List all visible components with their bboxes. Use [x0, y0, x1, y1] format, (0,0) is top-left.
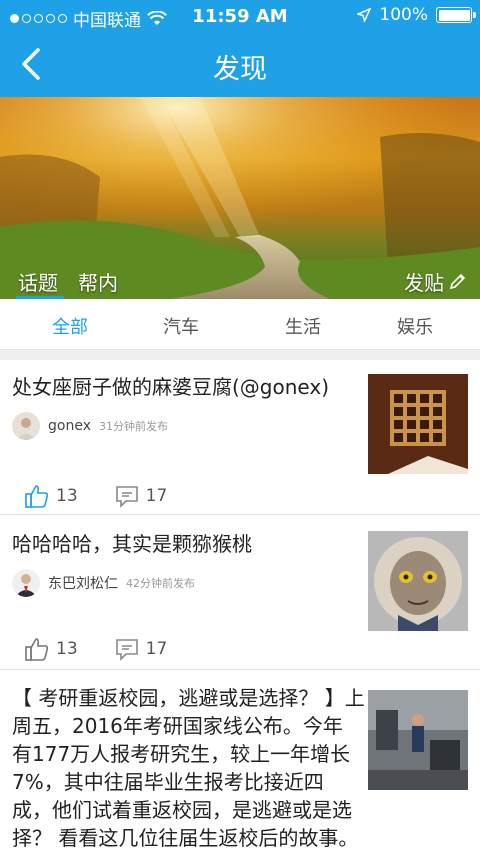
battery-percent: 100% [379, 5, 428, 25]
comment-button[interactable]: 17 [114, 636, 168, 662]
post-body-line: 有177万人报考研究生，较上一年增长 [12, 742, 351, 766]
category-life[interactable]: 生活 [243, 313, 363, 339]
location-arrow-icon [357, 8, 372, 22]
new-post-label: 发贴 [404, 271, 444, 295]
page-title: 发现 [213, 54, 267, 85]
comment-count: 17 [145, 486, 168, 506]
thumbs-up-icon [25, 485, 49, 508]
category-all[interactable]: 全部 [10, 313, 130, 339]
like-button[interactable]: 13 [24, 483, 78, 509]
post-thumbnail [368, 690, 468, 790]
avatar [12, 412, 40, 440]
section-divider [0, 350, 480, 360]
category-cars[interactable]: 汽车 [121, 313, 241, 339]
like-button[interactable]: 13 [24, 636, 78, 662]
hero-banner: 话题 帮内 发贴 [0, 97, 480, 299]
status-bar: 中国联通 11:59 AM 100% [0, 0, 480, 32]
comment-count: 17 [145, 639, 168, 659]
author-name: 东巴刘松仁 [48, 576, 118, 592]
navigation-bar: 发现 [0, 32, 480, 97]
post-body-line: 成，他们试着重返校园，是逃避或是选 [12, 798, 352, 822]
category-entertainment[interactable]: 娱乐 [355, 313, 475, 339]
post-title: 处女座厨子做的麻婆豆腐(@gonex) [12, 375, 330, 399]
comment-button[interactable]: 17 [114, 483, 168, 509]
like-count: 13 [56, 639, 78, 659]
thumbs-up-icon [25, 638, 49, 661]
comment-icon [115, 639, 138, 661]
post-author: 东巴刘松仁 42分钟前发布 [12, 569, 195, 597]
pencil-icon [449, 273, 466, 289]
avatar [12, 569, 40, 597]
author-name: gonex [48, 418, 91, 434]
like-count: 13 [56, 486, 78, 506]
post-time: 31分钟前发布 [98, 420, 168, 433]
post-time: 42分钟前发布 [126, 577, 195, 590]
post-body-line: 择？ 看看这几位往届生返校后的故事。 [12, 826, 359, 850]
post-body-line: 7%，其中往届毕业生报考比接近四 [12, 770, 324, 794]
comment-icon [115, 486, 138, 508]
battery-icon [436, 7, 476, 23]
category-tabs: 全部 汽车 生活 娱乐 [0, 299, 480, 350]
post-author: gonex 31分钟前发布 [12, 412, 168, 440]
post-card[interactable]: 哈哈哈哈，其实是颗猕猴桃 东巴刘松仁 42分钟前发布 13 17 [0, 515, 480, 670]
tab-group[interactable]: 帮内 [78, 267, 118, 296]
post-body: 【 考研重返校园，逃避或是选择？ 】上 周五，2016年考研国家线公布。今年 有… [12, 684, 365, 852]
post-thumbnail [368, 531, 468, 631]
hero-tabs: 话题 帮内 发贴 [0, 259, 480, 299]
post-card[interactable]: 【 考研重返校园，逃避或是选择？ 】上 周五，2016年考研国家线公布。今年 有… [0, 670, 480, 854]
post-thumbnail [368, 374, 468, 474]
tab-topics[interactable]: 话题 [18, 267, 58, 296]
post-title: 哈哈哈哈，其实是颗猕猴桃 [12, 532, 252, 556]
post-card[interactable]: 处女座厨子做的麻婆豆腐(@gonex) gonex 31分钟前发布 13 17 [0, 360, 480, 515]
post-body-line: 周五，2016年考研国家线公布。今年 [12, 714, 343, 738]
post-body-line: 【 考研重返校园，逃避或是选择？ 】上 [12, 686, 365, 710]
new-post-button[interactable]: 发贴 [404, 267, 466, 296]
